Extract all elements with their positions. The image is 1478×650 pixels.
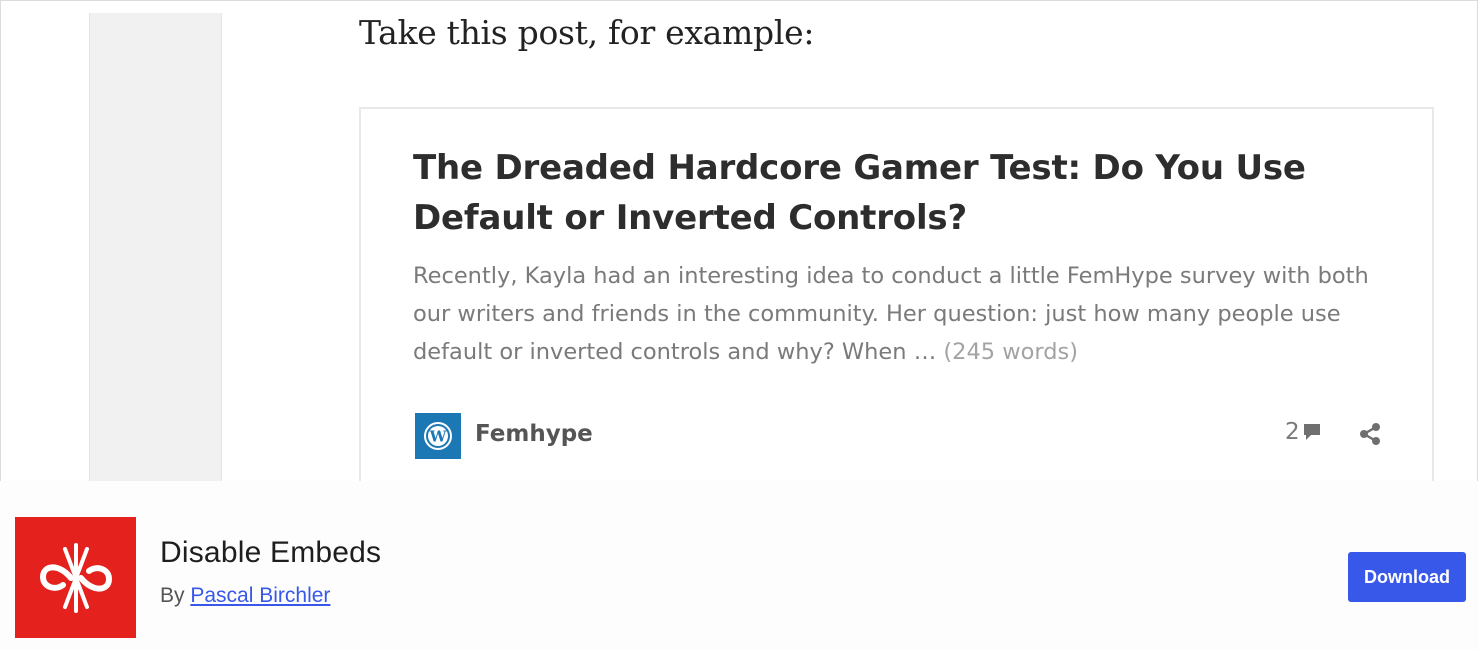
download-button[interactable]: Download	[1348, 552, 1466, 602]
plugin-author-line: By Pascal Birchler	[160, 584, 330, 608]
post-intro-text: Take this post, for example:	[359, 13, 815, 52]
comments-link[interactable]: 2	[1285, 419, 1322, 445]
disable-embeds-logo-icon	[15, 517, 136, 638]
embed-card: The Dreaded Hardcore Gamer Test: Do You …	[359, 107, 1434, 482]
embed-excerpt-text: Recently, Kayla had an interesting idea …	[413, 263, 1369, 365]
sidebar-column	[89, 13, 222, 482]
by-label: By	[160, 584, 185, 607]
plugin-author-link[interactable]: Pascal Birchler	[190, 584, 330, 607]
plugin-name: Disable Embeds	[160, 536, 382, 569]
plugin-card: Disable Embeds By Pascal Birchler Downlo…	[0, 481, 1478, 650]
svg-text:W: W	[429, 428, 448, 446]
page: Take this post, for example: The Dreaded…	[0, 0, 1478, 650]
comment-icon	[1303, 424, 1320, 440]
embed-site-name[interactable]: Femhype	[475, 421, 593, 447]
embed-word-count: (245 words)	[943, 339, 1079, 365]
post-content-area: Take this post, for example: The Dreaded…	[0, 0, 1478, 482]
share-icon[interactable]	[1357, 421, 1383, 447]
embed-title[interactable]: The Dreaded Hardcore Gamer Test: Do You …	[413, 143, 1373, 243]
comment-count: 2	[1285, 419, 1300, 445]
embed-footer: W Femhype 2	[413, 411, 1383, 459]
wordpress-icon[interactable]: W	[415, 413, 461, 459]
embed-excerpt: Recently, Kayla had an interesting idea …	[413, 257, 1373, 371]
